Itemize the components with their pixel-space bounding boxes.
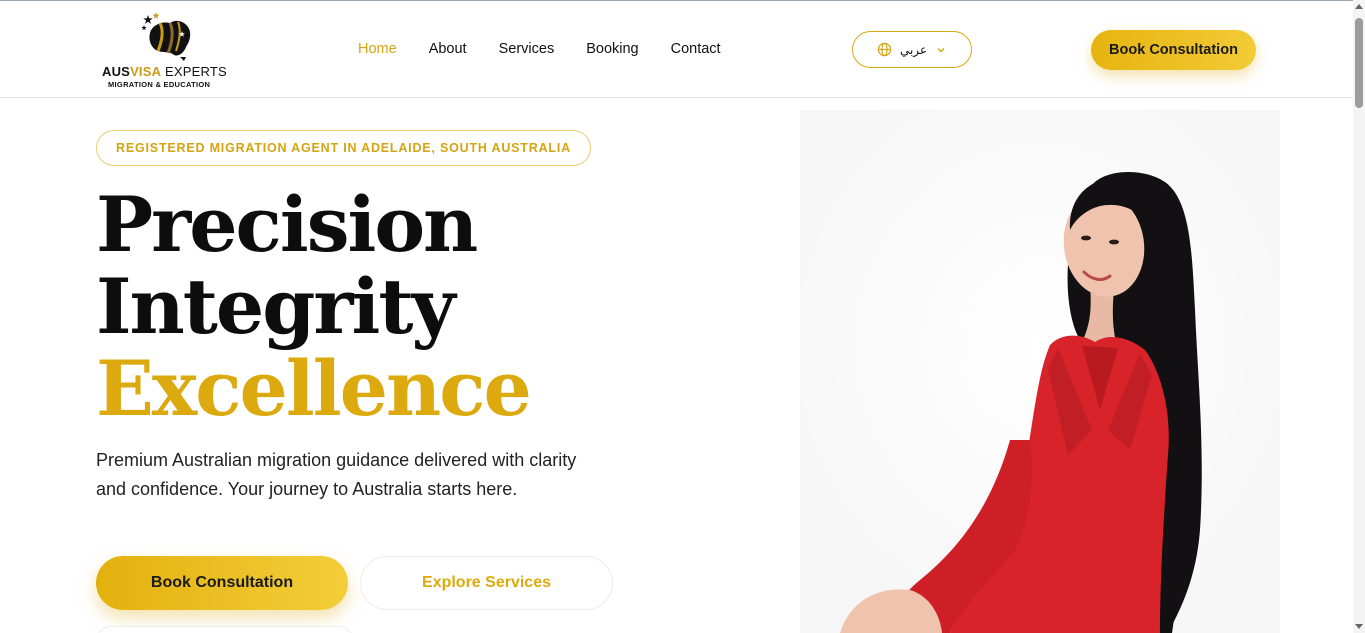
headline-line-1: Precision bbox=[96, 180, 478, 269]
headline-line-2: Integrity bbox=[96, 262, 456, 351]
scrollbar-thumb[interactable] bbox=[1355, 18, 1363, 108]
site-logo[interactable]: AUSVISA EXPERTS MIGRATION & EDUCATION bbox=[102, 11, 242, 91]
main-nav: Home About Services Booking Contact bbox=[358, 41, 753, 57]
hero-headline: Precision Integrity Excellence bbox=[96, 180, 532, 433]
nav-about-link[interactable]: About bbox=[429, 41, 467, 57]
page-scrollbar[interactable] bbox=[1353, 0, 1365, 633]
hero-explore-services-button[interactable]: Explore Services bbox=[360, 556, 613, 610]
language-label: عربي bbox=[899, 42, 928, 57]
language-switcher[interactable]: عربي bbox=[852, 31, 972, 68]
brand-name: AUSVISA EXPERTS bbox=[102, 64, 227, 79]
australia-map-logo-icon bbox=[141, 12, 191, 61]
globe-icon bbox=[877, 42, 892, 57]
scroll-up-arrow-icon[interactable] bbox=[1355, 4, 1363, 9]
hero-lead-text: Premium Australian migration guidance de… bbox=[96, 450, 577, 499]
header-book-consultation-button[interactable]: Book Consultation bbox=[1091, 30, 1256, 70]
nav-home-link[interactable]: Home bbox=[358, 41, 397, 57]
hero-consultant-photo bbox=[800, 110, 1280, 633]
hero-additional-button[interactable] bbox=[96, 626, 354, 633]
nav-booking-link[interactable]: Booking bbox=[586, 41, 638, 57]
hero-book-consultation-button[interactable]: Book Consultation bbox=[96, 556, 348, 610]
brand-tagline: MIGRATION & EDUCATION bbox=[108, 80, 211, 89]
site-header: AUSVISA EXPERTS MIGRATION & EDUCATION Ho… bbox=[0, 1, 1353, 98]
chevron-down-icon bbox=[937, 47, 945, 52]
nav-services-link[interactable]: Services bbox=[499, 41, 555, 57]
scroll-down-arrow-icon[interactable] bbox=[1355, 624, 1363, 629]
headline-line-3: Excellence bbox=[96, 344, 532, 433]
nav-contact-link[interactable]: Contact bbox=[671, 41, 721, 57]
hero-badge: REGISTERED MIGRATION AGENT IN ADELAIDE, … bbox=[96, 130, 591, 166]
